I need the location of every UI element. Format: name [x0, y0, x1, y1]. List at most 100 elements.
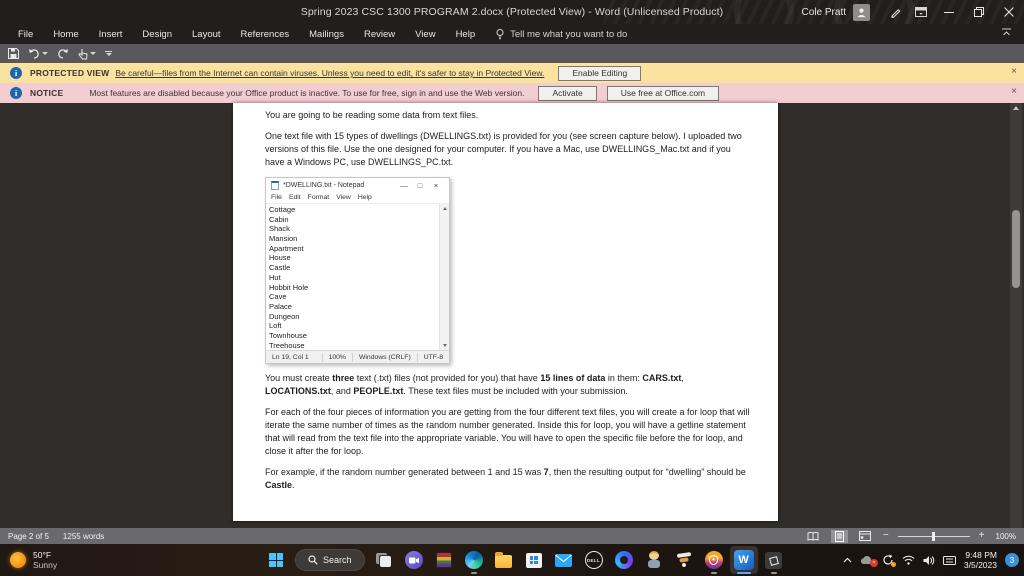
zoom-percentage[interactable]: 100% [996, 532, 1016, 541]
file-explorer-button[interactable] [490, 546, 518, 574]
notepad-line: Hut [269, 272, 281, 282]
touch-keyboard-icon[interactable] [942, 555, 956, 565]
word-titlebar: Spring 2023 CSC 1300 PROGRAM 2.docx (Pro… [0, 0, 1024, 24]
fallout-game-button[interactable] [640, 546, 668, 574]
tab-design[interactable]: Design [132, 24, 182, 44]
touch-mouse-mode-icon[interactable] [78, 48, 96, 60]
undo-dropdown-caret[interactable] [42, 52, 48, 55]
web-layout-icon[interactable] [857, 530, 874, 543]
redo-icon[interactable] [57, 48, 69, 59]
onedrive-error-icon[interactable]: × [860, 555, 878, 567]
taskbar-clock[interactable]: 9:48 PM 3/5/2023 [964, 550, 997, 570]
inking-icon[interactable] [882, 0, 908, 24]
read-mode-icon[interactable] [805, 530, 822, 543]
notepad-menubar: File Edit Format View Help [266, 193, 449, 204]
avatar[interactable] [853, 3, 870, 21]
undo-icon[interactable] [28, 48, 48, 59]
minimize-button[interactable] [934, 0, 964, 24]
notepad-scrollbar [439, 204, 449, 350]
notepad-line: Treehouse [269, 340, 305, 350]
notepad-text-area: Cottage Cabin Shack Mansion Apartment Ho… [266, 204, 449, 350]
taskbar-search[interactable]: Search [295, 549, 365, 571]
mail-app-button[interactable] [550, 546, 578, 574]
document-page: You are going to be reading some data fr… [233, 103, 778, 521]
tab-references[interactable]: References [231, 24, 300, 44]
close-protected-bar-icon[interactable]: × [1011, 66, 1017, 78]
protected-view-message[interactable]: Be careful—files from the Internet can c… [115, 68, 544, 78]
tab-insert[interactable]: Insert [89, 24, 133, 44]
doc-paragraph: One text file with 15 types of dwellings… [265, 131, 742, 167]
ribbon-display-options-icon[interactable] [908, 0, 934, 24]
notepad-line: Dungeon [269, 311, 300, 321]
edge-browser-button[interactable] [460, 546, 488, 574]
video-chat-app-button[interactable] [400, 546, 428, 574]
notepad-line: Townhouse [269, 330, 307, 340]
enable-editing-button[interactable]: Enable Editing [558, 65, 642, 81]
update-pending-icon[interactable] [882, 554, 896, 567]
notepad-menu-format: Format [307, 194, 330, 202]
roblox-app-button[interactable] [760, 546, 788, 574]
word-statusbar: Page 2 of 5 1255 words − + 100% [0, 528, 1024, 544]
tell-me-box[interactable]: Tell me what you want to do [495, 28, 627, 40]
zoom-slider[interactable] [897, 531, 970, 541]
start-button[interactable] [262, 546, 290, 574]
tab-view[interactable]: View [405, 24, 445, 44]
word-count[interactable]: 1255 words [63, 532, 104, 541]
scrollbar-thumb[interactable] [1012, 210, 1020, 288]
tab-layout[interactable]: Layout [182, 24, 231, 44]
doc-paragraph: For each of the four pieces of informati… [265, 407, 750, 456]
task-view-button[interactable] [370, 546, 398, 574]
ribbon-tab-bar: File Home Insert Design Layout Reference… [0, 24, 1024, 44]
wifi-icon[interactable] [902, 555, 915, 565]
task-view-icon [375, 553, 392, 567]
collapse-ribbon-icon[interactable] [1001, 27, 1012, 38]
search-label: Search [323, 555, 352, 565]
winrar-app-button[interactable] [430, 546, 458, 574]
close-button[interactable] [994, 0, 1024, 24]
running-indicator [770, 572, 777, 574]
account-name[interactable]: Cole Pratt [802, 7, 846, 18]
scroll-up-arrow-icon[interactable] [1013, 106, 1019, 110]
save-icon[interactable] [8, 48, 19, 59]
close-notice-bar-icon[interactable]: × [1011, 86, 1017, 98]
search-icon [308, 555, 318, 565]
security-app-button[interactable] [700, 546, 728, 574]
touch-mode-dropdown-caret[interactable] [90, 52, 96, 55]
activate-button[interactable]: Activate [538, 85, 597, 101]
notification-count-badge[interactable]: 3 [1005, 553, 1019, 567]
notice-label: NOTICE [30, 88, 64, 98]
notepad-maximize-icon: □ [417, 180, 423, 190]
store-bag-icon [525, 552, 542, 568]
shield-icon [704, 551, 723, 569]
word-app-button[interactable]: W [729, 546, 758, 574]
notepad-encoding: UTF-8 [416, 352, 449, 362]
dell-app-button[interactable]: DELL [580, 546, 608, 574]
error-badge: × [869, 558, 878, 567]
lightbulb-icon [495, 28, 505, 40]
volume-icon[interactable] [923, 555, 935, 566]
tab-review[interactable]: Review [354, 24, 405, 44]
tab-home[interactable]: Home [43, 24, 88, 44]
print-layout-icon[interactable] [830, 529, 848, 543]
microsoft-store-button[interactable] [520, 546, 548, 574]
zoom-out-button[interactable]: − [883, 531, 889, 541]
tab-help[interactable]: Help [446, 24, 486, 44]
zoom-slider-thumb[interactable] [931, 531, 935, 541]
tornado-app-button[interactable] [670, 546, 698, 574]
tab-mailings[interactable]: Mailings [299, 24, 354, 44]
notepad-line: Palace [269, 301, 292, 311]
document-scrollbar[interactable] [1010, 103, 1022, 528]
weather-widget[interactable]: 50°F Sunny [10, 544, 57, 576]
notepad-line: Shack [269, 224, 290, 234]
vault-boy-icon [646, 551, 662, 569]
quick-access-toolbar [0, 44, 1024, 63]
copilot-app-button[interactable] [610, 546, 638, 574]
customize-qat-icon[interactable] [105, 51, 112, 56]
sunny-weather-icon [10, 552, 26, 568]
use-free-button[interactable]: Use free at Office.com [606, 85, 720, 101]
restore-button[interactable] [964, 0, 994, 24]
hidden-icons-chevron-icon[interactable] [843, 557, 852, 563]
tab-file[interactable]: File [8, 24, 43, 44]
zoom-in-button[interactable]: + [979, 531, 985, 541]
page-indicator[interactable]: Page 2 of 5 [8, 532, 49, 541]
